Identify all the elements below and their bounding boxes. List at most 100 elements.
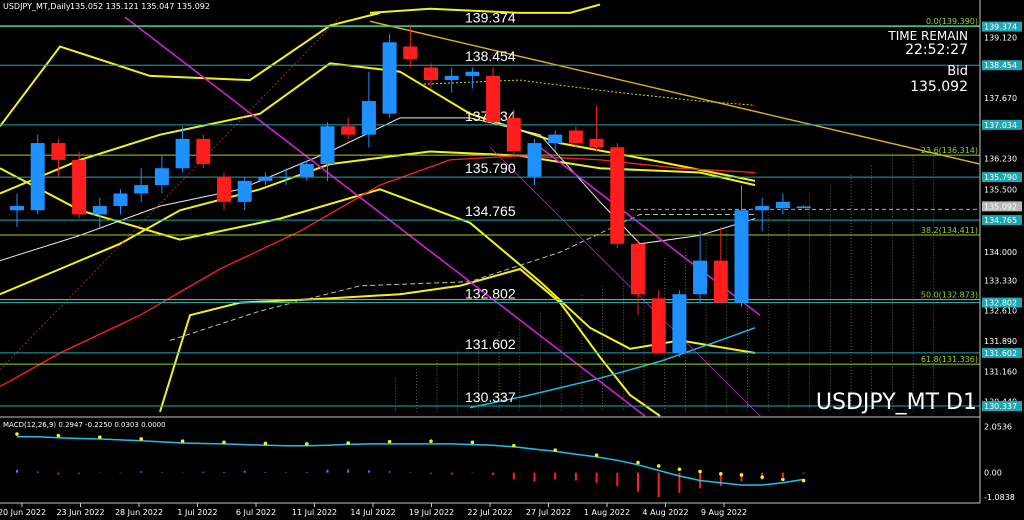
level-label: 138.454 [465,48,516,64]
price-chart[interactable]: 139.374 138.454 137.034 135.790 134.765 132.8… [0,0,1024,520]
candle-body [30,143,45,211]
price-tick-label: 133.330 [984,276,1017,285]
macd-tick-label: -1.0838 [984,493,1015,502]
macd-tick-label: 0.00 [984,469,1002,478]
axis-background [980,0,1024,520]
candle-body [382,42,397,114]
candle-body [527,143,542,177]
time-tick-label: 9 Aug 2022 [701,508,747,517]
candle-body [154,168,169,186]
candle-body [568,130,583,144]
candle-body [237,180,252,202]
macd-dot [346,441,351,445]
price-marker-label: 131.602 [984,349,1017,358]
macd-dot [305,442,309,446]
price-marker-label: 138.454 [984,61,1017,70]
time-tick-label: 6 Jul 2022 [236,508,276,517]
candle-body [299,164,314,177]
time-tick-label: 20 Jun 2022 [0,508,46,517]
candle-body [465,71,480,76]
macd-dot [15,432,19,436]
candle-body [506,117,521,152]
time-tick-label: 4 Aug 2022 [642,508,688,517]
candle-body [444,75,459,81]
macd-label: MACD(12,26,9) 0.2947 -0.2250 0.0303 0.00… [3,421,166,429]
time-tick-label: 14 Jul 2022 [350,508,395,517]
macd-dot [656,464,661,468]
candle-body [713,260,728,303]
time-tick-label: 28 Jun 2022 [115,508,163,517]
candle-body [589,138,604,148]
fib-label: 0.0(139.390) [926,17,978,26]
price-tick-label: 139.120 [984,33,1017,42]
symbol-title: USDJPY_MT,Daily [3,2,71,11]
bid-label: Bid [947,64,968,79]
price-tick-label: 136.230 [984,155,1017,164]
fib-label: 61.8(131.336) [921,355,978,364]
outer-lower-curve [159,267,661,417]
macd-dot [56,433,61,438]
macd-dot [698,469,702,474]
level-label: 131.602 [465,336,516,352]
candle-body [51,143,66,160]
upper-band-curve [0,11,381,127]
price-tick-label: 137.670 [984,94,1017,103]
macd-dot [180,439,185,444]
level-label: 139.374 [465,10,516,26]
level-label: 130.337 [465,389,516,405]
chart-watermark: USDJPY_MT D1 [816,390,977,415]
dashed-ma-curve [169,213,755,341]
candle-body [217,176,231,202]
candle-body [796,206,811,209]
candle-body [10,206,24,211]
price-marker-label: 137.034 [984,121,1017,130]
macd-dot [222,440,226,445]
price-tick-label: 131.160 [984,367,1017,376]
macd-panel: 2.0536 0.00 -1.0838 [15,423,1015,502]
price-marker-label: 130.337 [984,402,1017,411]
level-label: 135.790 [465,160,516,176]
fib-label: 50.0(132.873) [921,291,978,300]
bid-value: 135.092 [910,79,968,95]
price-tick-label: 131.890 [984,337,1017,346]
candle-body [672,294,687,354]
fib-label: 38.2(134.411) [921,226,978,235]
candle-body [196,138,211,165]
macd-dot [781,477,785,482]
candle-body [361,101,376,135]
time-axis: 20 Jun 2022 23 Jun 2022 28 Jun 2022 1 Jul 2… [0,503,747,517]
price-marker-label: 135.790 [984,173,1017,182]
candle-body [486,75,501,123]
price-marker-label: 132.802 [984,299,1017,308]
macd-dot [429,439,433,444]
macd-signal-line [17,435,804,486]
dotted-trend-line [0,16,341,371]
price-marker-label: 135.092 [984,202,1017,211]
candle-body [175,138,190,169]
time-tick-label: 1 Aug 2022 [584,508,630,517]
candle-body [693,260,708,295]
time-tick-label: 27 Jul 2022 [526,508,571,517]
candles [10,26,811,358]
dotted-ma-curve [419,79,756,106]
candle-body [424,67,438,81]
macd-tick-label: 2.0536 [984,423,1012,432]
candle-body [341,126,356,135]
price-tick-label: 134.000 [984,248,1017,257]
candle-body [610,147,625,244]
candle-body [548,134,563,144]
macd-dot [98,435,102,439]
candle-body [72,159,87,215]
macd-dot [636,460,640,465]
macd-dot [470,440,475,445]
macd-dot [263,441,268,446]
horizontal-levels: 139.374138.454137.034135.790134.765132.8… [0,10,980,407]
price-tick-label: 132.610 [984,307,1017,316]
macd-dot [801,478,806,483]
price-marker-label: 134.765 [984,216,1017,225]
macd-dot [719,471,723,476]
candle-body [279,176,294,179]
macd-dot [594,453,599,457]
candle-body [92,206,107,215]
ohlc-values: 135.052 135.121 135.047 135.092 [70,2,210,11]
